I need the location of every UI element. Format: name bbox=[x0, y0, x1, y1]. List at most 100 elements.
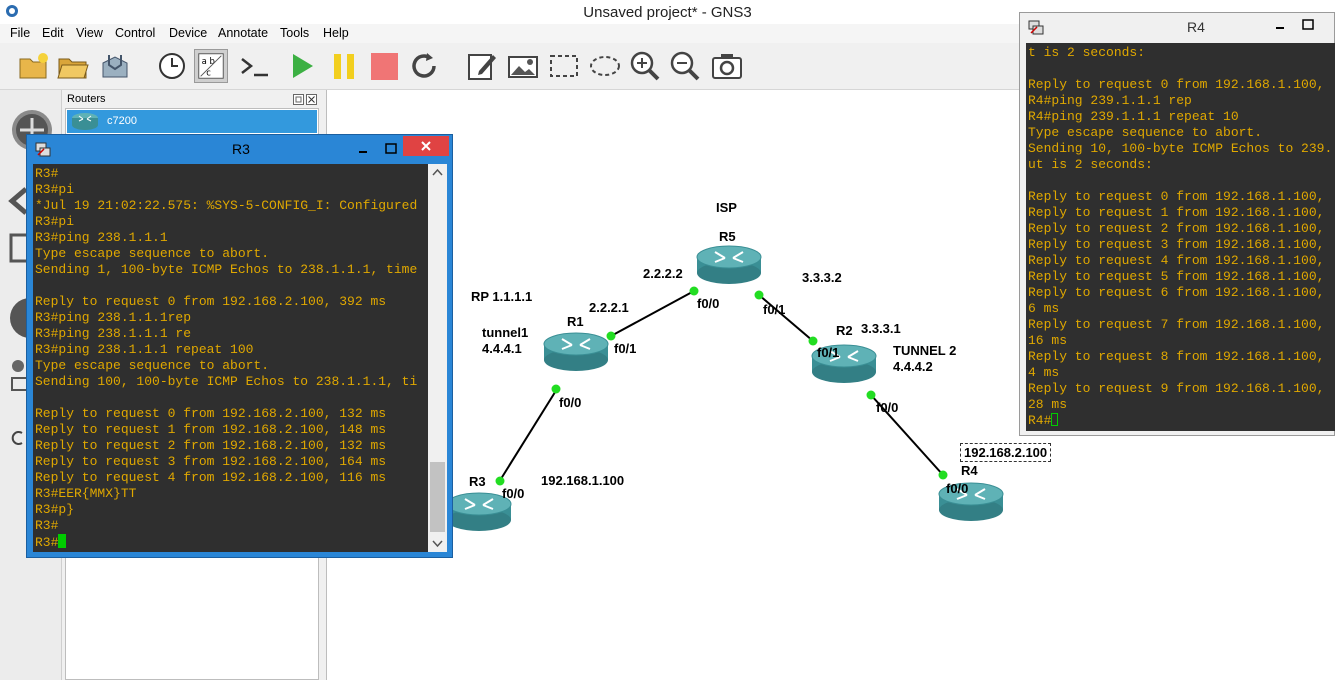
console-titlebar[interactable]: R3 bbox=[27, 135, 452, 163]
port-dot bbox=[551, 384, 561, 394]
putty-icon bbox=[35, 142, 51, 157]
terminal-line: t is 2 seconds: bbox=[1028, 45, 1146, 60]
close-panel-icon[interactable] bbox=[306, 94, 317, 105]
start-all-icon[interactable] bbox=[285, 49, 319, 83]
terminal-line: Reply to request 8 from 192.168.1.100, bbox=[1028, 349, 1325, 364]
menu-device[interactable]: Device bbox=[169, 26, 207, 40]
minimize-icon[interactable] bbox=[351, 141, 375, 157]
scroll-down-icon[interactable] bbox=[428, 535, 447, 552]
maximize-icon[interactable] bbox=[1298, 17, 1318, 33]
console-window-r3[interactable]: R3 R3# R3#pi *Jul 19 21:02:22.575: %SYS-5-… bbox=[26, 134, 453, 558]
add-link-icon[interactable] bbox=[10, 430, 26, 446]
open-project-icon[interactable] bbox=[56, 49, 90, 83]
menu-file[interactable]: File bbox=[10, 26, 30, 40]
suspend-all-icon[interactable] bbox=[327, 49, 361, 83]
zoom-in-icon[interactable] bbox=[628, 49, 662, 83]
terminal-line: ut is 2 seconds: bbox=[1028, 157, 1153, 172]
interface-label: f0/0 bbox=[876, 400, 899, 415]
terminal-line: 16 ms bbox=[1028, 333, 1068, 348]
menu-view[interactable]: View bbox=[76, 26, 103, 40]
terminal-line: Type escape sequence to abort. bbox=[35, 358, 270, 373]
terminal-line: Reply to request 1 from 192.168.2.100, 1… bbox=[35, 422, 387, 437]
terminal-line: R3#p} bbox=[35, 502, 75, 517]
interface-label: f0/1 bbox=[817, 345, 840, 360]
menu-tools[interactable]: Tools bbox=[280, 26, 309, 40]
putty-icon bbox=[1028, 20, 1044, 35]
terminal-output-r4[interactable]: t is 2 seconds: Reply to request 0 from 1… bbox=[1026, 43, 1335, 431]
screenshot-icon[interactable] bbox=[710, 49, 744, 83]
router-r5[interactable] bbox=[695, 245, 763, 287]
list-item-label: c7200 bbox=[107, 115, 137, 127]
menu-control[interactable]: Control bbox=[115, 26, 155, 40]
scroll-up-icon[interactable] bbox=[428, 164, 447, 181]
add-note-icon[interactable] bbox=[465, 49, 499, 83]
zoom-out-icon[interactable] bbox=[668, 49, 702, 83]
scrollbar[interactable] bbox=[428, 164, 447, 552]
terminal-line: Reply to request 7 from 192.168.1.100, bbox=[1028, 317, 1325, 332]
interface-label: f0/0 bbox=[559, 395, 582, 410]
terminal-line: Reply to request 2 from 192.168.1.100, bbox=[1028, 221, 1325, 236]
terminal-line: R3#EER{MMX}TT bbox=[35, 486, 137, 501]
menu-help[interactable]: Help bbox=[323, 26, 349, 40]
new-project-icon[interactable] bbox=[16, 49, 50, 83]
draw-ellipse-icon[interactable] bbox=[588, 49, 622, 83]
console-title: R3 bbox=[232, 141, 250, 157]
interface-label: f0/0 bbox=[946, 481, 969, 496]
tunnel1-label: tunnel1 bbox=[482, 325, 529, 340]
save-project-icon[interactable] bbox=[98, 49, 132, 83]
list-item-c7200[interactable]: c7200 bbox=[67, 110, 317, 133]
rp-label: RP 1.1.1.1 bbox=[471, 289, 533, 304]
close-icon[interactable] bbox=[403, 136, 449, 156]
reload-all-icon[interactable] bbox=[407, 49, 441, 83]
terminal-output-r3[interactable]: R3# R3#pi *Jul 19 21:02:22.575: %SYS-5-CON… bbox=[33, 164, 428, 552]
node-label-r5: R5 bbox=[719, 229, 736, 244]
insert-image-icon[interactable] bbox=[506, 49, 540, 83]
terminal-line: R3#ping 238.1.1.1rep bbox=[35, 310, 192, 325]
isp-label: ISP bbox=[716, 200, 737, 215]
terminal-line: 28 ms bbox=[1028, 397, 1068, 412]
router-icon bbox=[72, 113, 98, 130]
router-r1[interactable] bbox=[542, 332, 610, 374]
draw-rectangle-icon[interactable] bbox=[547, 49, 581, 83]
terminal-line: 6 ms bbox=[1028, 301, 1060, 316]
console-window-r4[interactable]: R4 t is 2 seconds: Reply to request 0 fro… bbox=[1019, 12, 1335, 436]
float-panel-icon[interactable] bbox=[293, 94, 304, 105]
terminal-line: R3# bbox=[35, 518, 59, 533]
terminal-line: *Jul 19 21:02:22.575: %SYS-5-CONFIG_I: C… bbox=[35, 198, 418, 213]
terminal-line: R3#ping 238.1.1.1 re bbox=[35, 326, 192, 341]
terminal-line: R4# bbox=[1028, 413, 1335, 429]
maximize-icon[interactable] bbox=[379, 141, 403, 157]
terminal-line: Reply to request 3 from 192.168.2.100, 1… bbox=[35, 454, 387, 469]
port-dot bbox=[495, 476, 505, 486]
show-interface-labels-icon[interactable]: a bc bbox=[194, 49, 228, 83]
port-dot bbox=[938, 470, 948, 480]
terminal-line: R3#pi bbox=[35, 182, 75, 197]
node-label-r2: R2 bbox=[836, 323, 853, 338]
menu-edit[interactable]: Edit bbox=[42, 26, 64, 40]
console-title: R4 bbox=[1187, 19, 1205, 35]
snapshot-clock-icon[interactable] bbox=[155, 49, 189, 83]
scroll-thumb[interactable] bbox=[430, 462, 445, 532]
terminal-line: R4#ping 239.1.1.1 rep bbox=[1028, 93, 1192, 108]
ip-annotation-r4[interactable]: 192.168.2.100 bbox=[960, 443, 1052, 462]
port-dot bbox=[689, 286, 699, 296]
ip-label: 3.3.3.2 bbox=[802, 270, 842, 285]
minimize-icon[interactable] bbox=[1270, 17, 1290, 33]
terminal-line: Reply to request 5 from 192.168.1.100, bbox=[1028, 269, 1325, 284]
routers-panel-title: Routers bbox=[67, 93, 106, 105]
terminal-line: Reply to request 0 from 192.168.2.100, 3… bbox=[35, 294, 387, 309]
tunnel2-label: TUNNEL 2 bbox=[893, 343, 957, 358]
console-titlebar[interactable]: R4 bbox=[1020, 13, 1334, 41]
terminal-line: Reply to request 0 from 192.168.2.100, 1… bbox=[35, 406, 387, 421]
ip-label: 2.2.2.1 bbox=[589, 300, 629, 315]
browse-switches-icon[interactable] bbox=[8, 186, 28, 216]
menu-annotate[interactable]: Annotate bbox=[218, 26, 268, 40]
terminal-line: Reply to request 6 from 192.168.1.100, bbox=[1028, 285, 1325, 300]
console-all-icon[interactable] bbox=[238, 49, 272, 83]
stop-all-icon[interactable] bbox=[367, 49, 401, 83]
terminal-line: R3# bbox=[35, 166, 59, 181]
terminal-line: Sending 100, 100-byte ICMP Echos to 238.… bbox=[35, 374, 418, 389]
ip-label: 192.168.1.100 bbox=[541, 473, 625, 488]
